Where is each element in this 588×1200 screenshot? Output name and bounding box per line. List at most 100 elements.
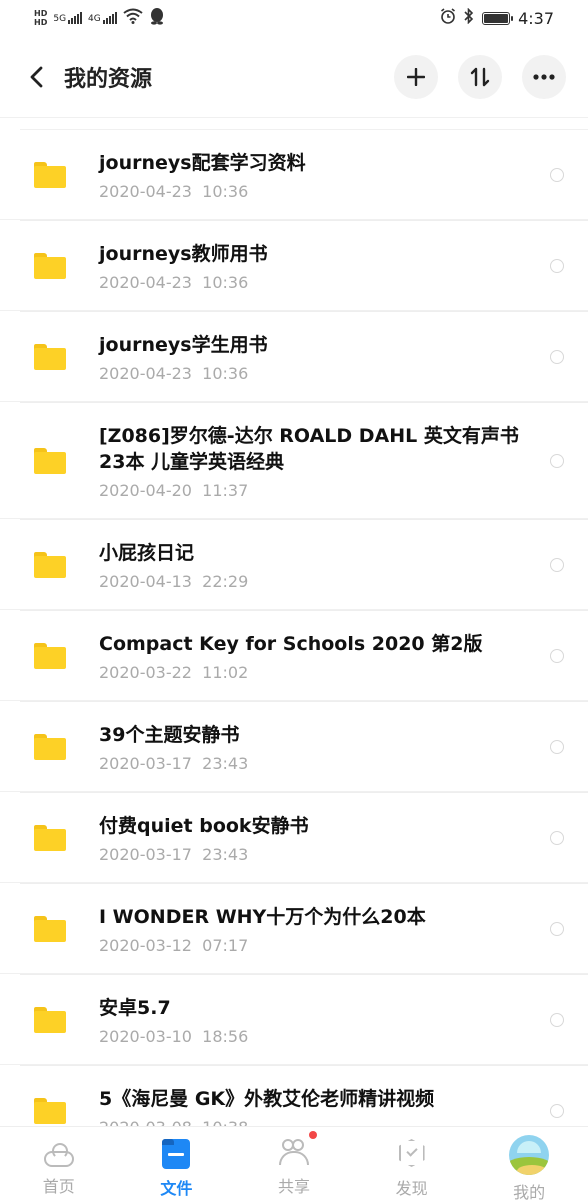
file-row[interactable]: Compact Key for Schools 2020 第2版 2020-03-… [0, 611, 588, 701]
select-radio[interactable] [550, 1103, 564, 1118]
alarm-icon [440, 8, 456, 28]
select-radio[interactable] [550, 349, 564, 364]
file-name: 5《海尼曼 GK》外教艾伦老师精讲视频 [99, 1088, 435, 1110]
file-date: 2020-04-23 10:36 [99, 364, 249, 383]
wifi-icon [123, 8, 143, 28]
status-bar: HD HD 5G 4G 4:37 [0, 0, 588, 36]
signal-icon-2: 4G [88, 12, 117, 24]
discover-icon [397, 1137, 427, 1169]
more-icon [533, 73, 555, 80]
notification-dot [309, 1131, 318, 1139]
bottom-tab-bar: 首页 文件 共享 发现 我的 [0, 1126, 588, 1200]
file-date: 2020-04-13 22:29 [99, 572, 249, 591]
people-icon [278, 1137, 310, 1167]
tab-mine[interactable]: 我的 [471, 1127, 588, 1200]
page-title: 我的资源 [64, 66, 153, 92]
file-name: 付费quiet book安静书 [99, 815, 309, 837]
tab-files-label: 文件 [160, 1179, 193, 1198]
file-row-content: Compact Key for Schools 2020 第2版 2020-03-… [34, 611, 564, 700]
file-row[interactable]: 安卓5.7 2020-03-10 18:56 [0, 975, 588, 1065]
select-radio[interactable] [550, 648, 564, 663]
select-radio[interactable] [550, 258, 564, 273]
select-radio[interactable] [550, 739, 564, 754]
file-row-content: journeys教师用书 2020-04-23 10:36 [34, 221, 564, 310]
clock: 4:37 [518, 8, 554, 28]
folder-icon [34, 252, 66, 279]
file-date: 2020-03-17 23:43 [99, 845, 249, 864]
file-row-content: [Z086]罗尔德-达尔 ROALD DAHL 英文有声书23本 儿童学英语经典… [34, 403, 564, 518]
list-top-divider [20, 118, 588, 130]
file-text: journeys学生用书 2020-04-23 10:36 [99, 312, 536, 401]
select-radio[interactable] [550, 557, 564, 572]
folder-icon [34, 551, 66, 578]
folder-icon [34, 1097, 66, 1124]
file-name: 39个主题安静书 [99, 724, 240, 746]
back-button[interactable] [22, 63, 50, 91]
file-row[interactable]: 小屁孩日记 2020-04-13 22:29 [0, 520, 588, 610]
file-text: I WONDER WHY十万个为什么20本 2020-03-12 07:17 [99, 884, 536, 973]
file-row[interactable]: [Z086]罗尔德-达尔 ROALD DAHL 英文有声书23本 儿童学英语经典… [0, 403, 588, 519]
file-date: 2020-03-12 07:17 [99, 936, 249, 955]
tab-discover[interactable]: 发现 [353, 1127, 470, 1199]
file-row-content: 39个主题安静书 2020-03-17 23:43 [34, 702, 564, 791]
file-text: 5《海尼曼 GK》外教艾伦老师精讲视频 2020-03-08 10:38 [99, 1066, 536, 1126]
file-text: 安卓5.7 2020-03-10 18:56 [99, 975, 536, 1064]
select-radio[interactable] [550, 1012, 564, 1027]
avatar [509, 1135, 550, 1175]
file-row[interactable]: 付费quiet book安静书 2020-03-17 23:43 [0, 793, 588, 883]
file-row[interactable]: I WONDER WHY十万个为什么20本 2020-03-12 07:17 [0, 884, 588, 974]
file-text: Compact Key for Schools 2020 第2版 2020-03-… [99, 611, 536, 700]
folder-icon [34, 161, 66, 188]
file-row[interactable]: 39个主题安静书 2020-03-17 23:43 [0, 702, 588, 792]
bluetooth-icon [464, 7, 474, 28]
network-type-1: 5G [53, 14, 67, 24]
file-row[interactable]: journeys配套学习资料 2020-04-23 10:36 [0, 130, 588, 220]
sort-icon [470, 67, 490, 86]
status-right: 4:37 [440, 7, 554, 28]
select-radio[interactable] [550, 921, 564, 936]
file-text: 39个主题安静书 2020-03-17 23:43 [99, 702, 536, 791]
file-date: 2020-03-17 23:43 [99, 754, 249, 773]
tab-share[interactable]: 共享 [235, 1127, 352, 1197]
select-radio[interactable] [550, 167, 564, 182]
file-text: 小屁孩日记 2020-04-13 22:29 [99, 520, 536, 609]
tab-discover-label: 发现 [395, 1179, 428, 1198]
file-row-content: 小屁孩日记 2020-04-13 22:29 [34, 520, 564, 609]
hd-indicator: HD HD [34, 9, 47, 27]
file-row[interactable]: 5《海尼曼 GK》外教艾伦老师精讲视频 2020-03-08 10:38 [0, 1066, 588, 1126]
qq-icon [149, 7, 165, 29]
folder-icon [34, 915, 66, 942]
select-radio[interactable] [550, 830, 564, 845]
app-header: 我的资源 [0, 36, 588, 118]
tab-files[interactable]: 文件 [118, 1127, 235, 1199]
file-name: journeys教师用书 [99, 243, 268, 265]
file-row-content: I WONDER WHY十万个为什么20本 2020-03-12 07:17 [34, 884, 564, 973]
select-radio[interactable] [550, 453, 564, 468]
file-text: journeys配套学习资料 2020-04-23 10:36 [99, 130, 536, 219]
file-row-content: journeys配套学习资料 2020-04-23 10:36 [34, 130, 564, 219]
file-name: journeys学生用书 [99, 334, 268, 356]
add-button[interactable] [394, 54, 438, 99]
file-date: 2020-03-22 11:02 [99, 663, 249, 682]
file-row-content: journeys学生用书 2020-04-23 10:36 [34, 312, 564, 401]
file-name: I WONDER WHY十万个为什么20本 [99, 906, 426, 928]
folder-icon [34, 642, 66, 669]
file-name: journeys配套学习资料 [99, 152, 306, 174]
file-date: 2020-04-23 10:36 [99, 273, 249, 292]
file-name: [Z086]罗尔德-达尔 ROALD DAHL 英文有声书23本 儿童学英语经典 [99, 425, 519, 473]
file-row[interactable]: journeys教师用书 2020-04-23 10:36 [0, 221, 588, 311]
cloud-icon [42, 1143, 76, 1167]
file-row[interactable]: journeys学生用书 2020-04-23 10:36 [0, 312, 588, 402]
signal-icon-1: 5G [53, 12, 83, 24]
tab-home[interactable]: 首页 [0, 1127, 117, 1197]
folder-icon [34, 824, 66, 851]
more-button[interactable] [522, 54, 566, 99]
file-list: journeys配套学习资料 2020-04-23 10:36 journeys教师… [0, 118, 588, 1126]
battery-icon [482, 11, 514, 25]
sort-button[interactable] [458, 54, 502, 99]
folder-icon [34, 343, 66, 370]
tab-mine-label: 我的 [513, 1183, 546, 1200]
file-name: Compact Key for Schools 2020 第2版 [99, 633, 483, 655]
file-name: 小屁孩日记 [99, 542, 195, 564]
file-text: [Z086]罗尔德-达尔 ROALD DAHL 英文有声书23本 儿童学英语经典… [99, 403, 536, 518]
